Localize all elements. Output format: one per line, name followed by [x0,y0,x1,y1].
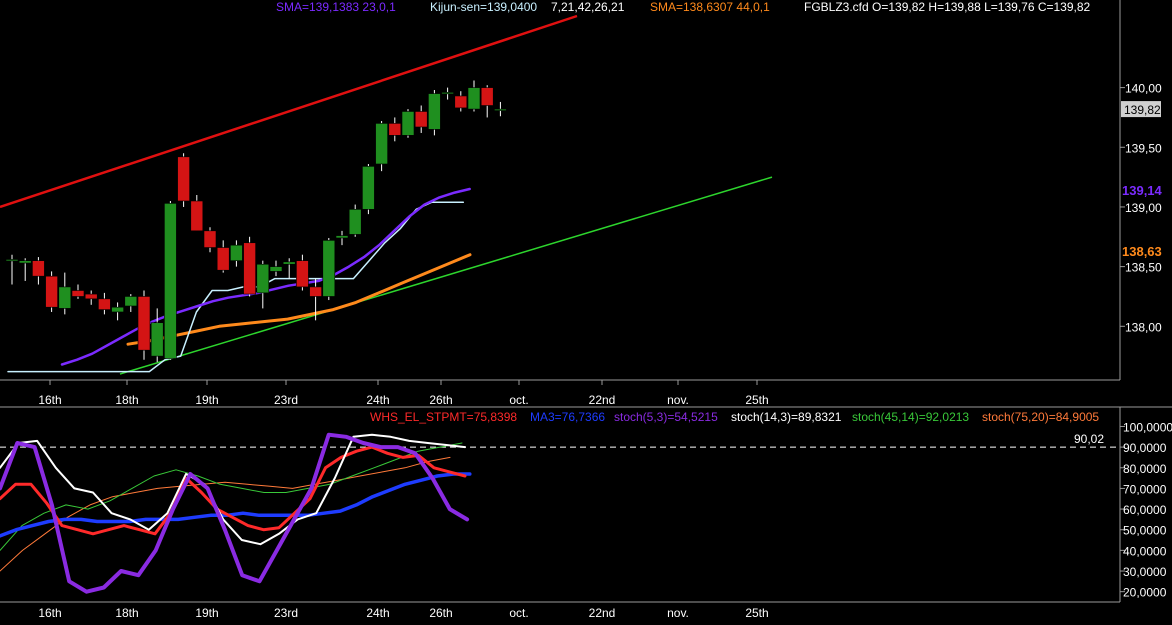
candle-body [230,244,243,261]
sma-23-label: SMA=139,1383 23,0,1 [276,0,396,14]
candle-body [216,247,230,271]
price-tick-label: 139,50 [1125,141,1162,155]
candle-body [5,259,19,262]
candle-body [124,296,138,307]
candle-body [480,87,494,106]
x-tick-label-lower: oct. [509,606,528,620]
x-tick-label-lower: nov. [667,606,689,620]
candle-body [269,266,283,272]
trend-line-green [119,176,773,375]
candle-body [454,95,468,109]
indicator-tick-label: 100,0000 [1123,420,1172,434]
trading-chart: 140,00 139,50 139,00 138,50 138,00 16th 16th 18… [0,0,1172,620]
candle-body [58,286,72,309]
candle-body [362,166,375,210]
candle-body [111,306,124,313]
x-tick-label-lower: 16th [38,606,61,620]
candle-body [71,290,85,297]
indicator-tick-label: 80,0000 [1123,462,1167,476]
x-tick-label-lower: 24th [366,606,389,620]
ichimoku-params-label: 7,21,42,26,21 [551,0,625,14]
x-tick-label: 22nd [589,393,616,407]
indicator-tick-label: 30,0000 [1123,565,1167,579]
candle-body [177,156,190,202]
trend-line-red [0,14,578,209]
candle-body [335,235,349,239]
x-tick-label: oct. [509,393,528,407]
candle-body [45,275,58,308]
x-tick-label: 19th [195,393,218,407]
x-tick-label: 23rd [274,393,298,407]
candle-body [467,87,481,110]
stoch-14-3-label: stoch(14,3)=89,8321 [731,410,842,424]
whs-label: WHS_EL_STPMT=75,8398 [370,410,518,424]
stoch-5-3-label: stoch(5,3)=54,5215 [614,410,718,424]
candle-body [150,322,164,357]
candle-body [441,92,454,95]
price-tick-label: 140,00 [1125,82,1162,96]
indicator-tick-label: 20,0000 [1123,586,1167,600]
indicator-tick-label: 60,0000 [1123,503,1167,517]
candle-body [84,293,98,300]
x-tick-label-lower: 25th [745,606,768,620]
candle-body [190,200,204,232]
x-tick-label-lower: 23rd [274,606,298,620]
kijun-label: Kijun-sen=139,0400 [430,0,538,14]
ma3-label: MA3=76,7366 [530,410,606,424]
candle-body [401,111,415,136]
candle-body [375,123,388,165]
price-tick-label: 138,00 [1125,320,1162,334]
candle-body [282,261,296,265]
candle-body [494,108,507,111]
candle-body [348,209,362,235]
candle-body [414,111,428,128]
candle-body [98,298,111,310]
candle-body [18,260,32,264]
x-tick-label: 26th [429,393,452,407]
candle-body [243,242,256,295]
candle-body [32,260,45,277]
sma-23-value: 139,14 [1122,183,1163,198]
candle-body [256,263,270,294]
x-tick-label-lower: 19th [195,606,218,620]
x-tick-label-lower: 26th [429,606,452,620]
candle-body [309,286,322,297]
indicator-pane [0,432,1120,594]
x-tick-label: 16th [38,393,61,407]
price-tick-label: 139,00 [1125,201,1162,215]
x-tick-label: 24th [366,393,389,407]
x-tick-label: 18th [115,393,138,407]
candle-body [137,296,151,351]
stoch-75-20-label: stoch(75,20)=84,9005 [982,410,1100,424]
candle-body [164,203,177,359]
indicator-tick-label: 50,0000 [1123,524,1167,538]
candle-body [296,260,309,288]
sma-44-label: SMA=138,6307 44,0,1 [650,0,770,14]
x-tick-label: nov. [667,393,689,407]
stoch-45-14-line [0,442,463,551]
candle-body [428,93,441,130]
x-tick-label: 25th [745,393,768,407]
x-tick-label-lower: 22nd [589,606,616,620]
candle-body [388,123,402,136]
indicator-tick-label: 90,0000 [1123,441,1167,455]
indicator-tick-label: 70,0000 [1123,482,1167,496]
ohlc-label: FGBLZ3.cfd O=139,82 H=139,88 L=139,76 C=… [804,0,1091,14]
last-price-value: 139,82 [1124,103,1161,117]
candle-body [322,240,336,297]
price-pane [0,14,773,375]
sma-44-value: 138,63 [1122,244,1162,259]
stoch-45-14-label: stoch(45,14)=92,0213 [852,410,970,424]
x-tick-label-lower: 18th [115,606,138,620]
reference-level-value: 90,02 [1074,432,1104,446]
candle-body [203,230,217,248]
price-tick-label: 138,50 [1125,261,1162,275]
indicator-tick-label: 40,0000 [1123,544,1167,558]
